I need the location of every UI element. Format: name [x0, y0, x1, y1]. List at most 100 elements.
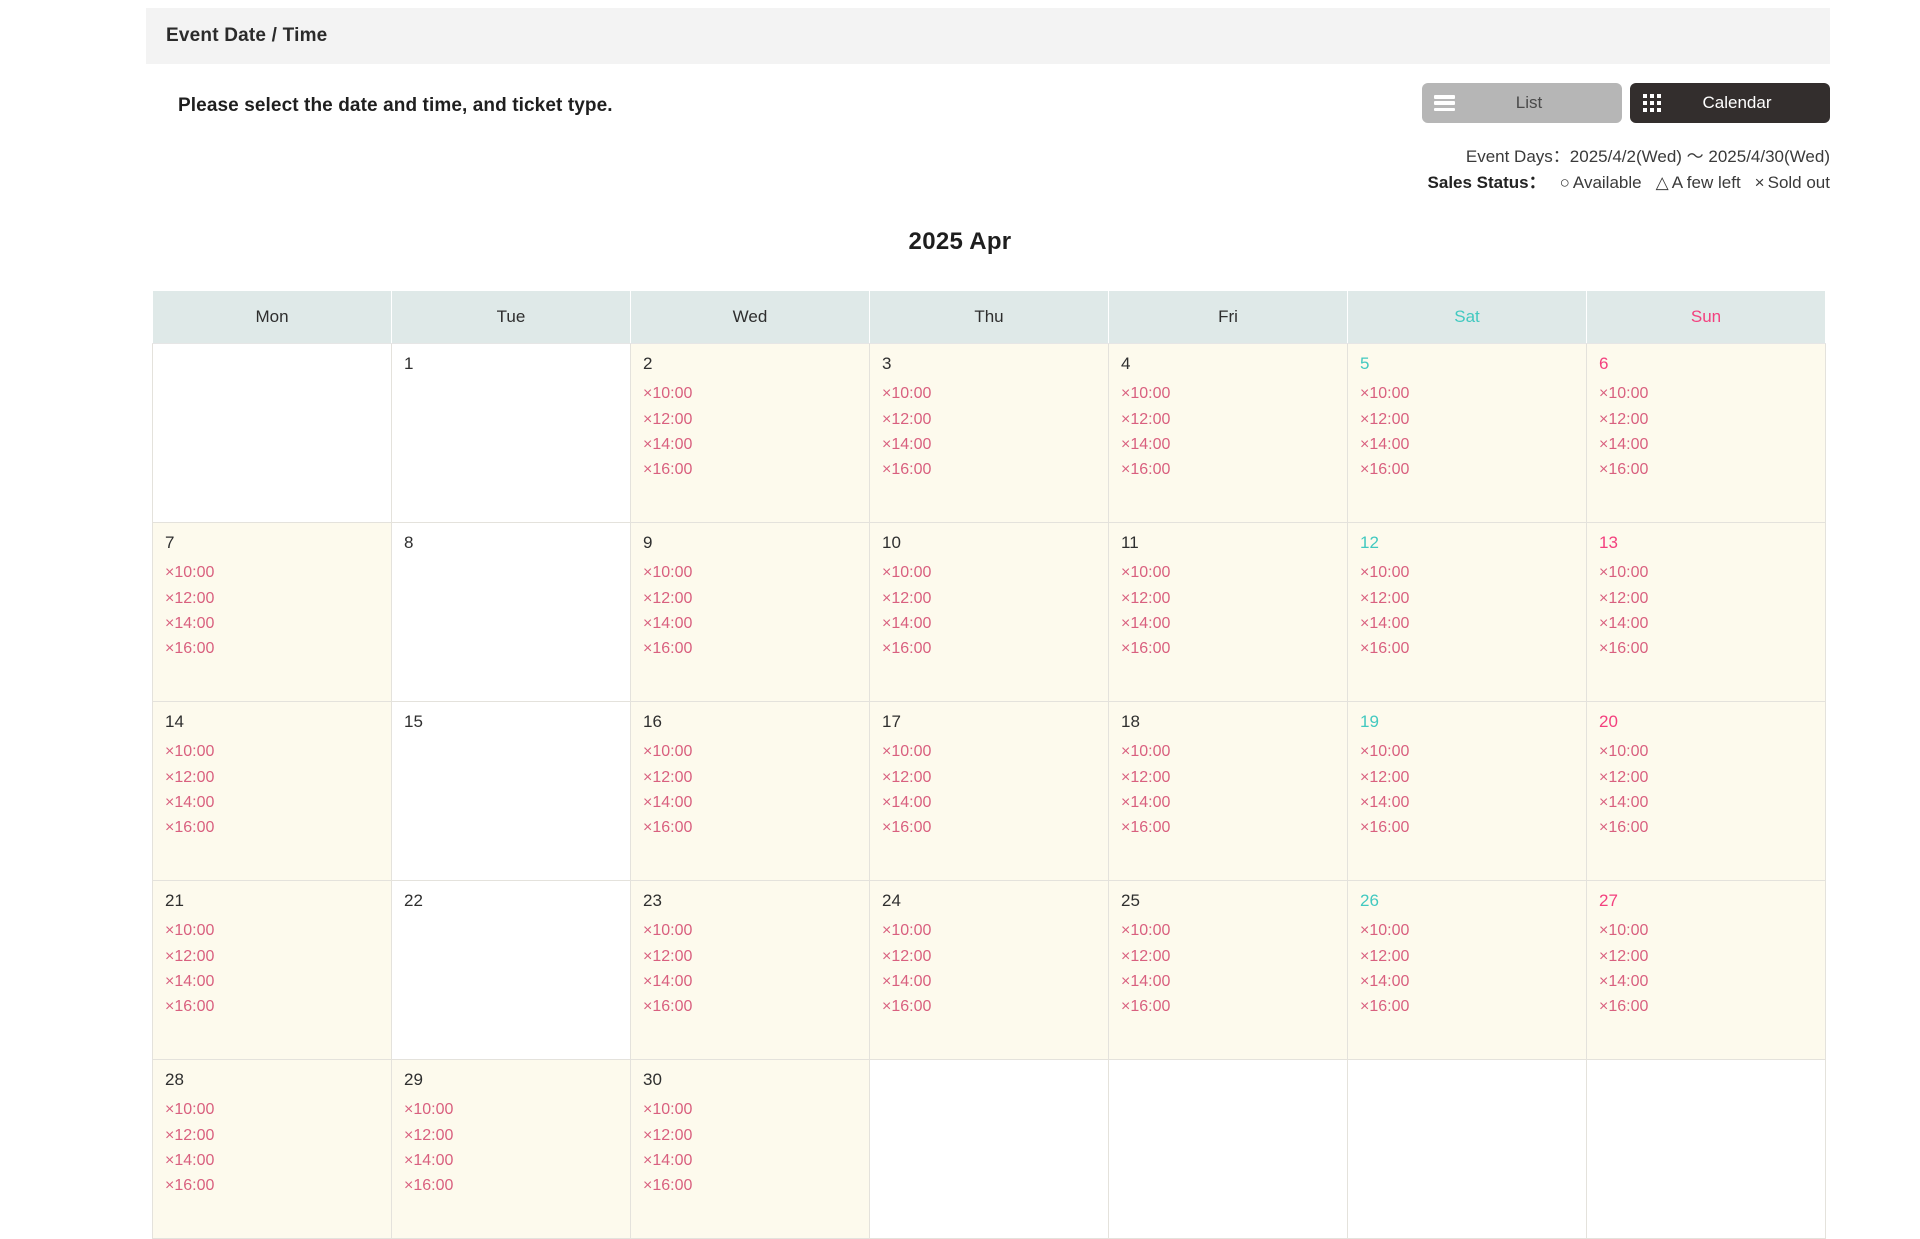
view-toggle-list-button[interactable]: List [1422, 83, 1622, 123]
calendar-time-slot[interactable]: ×16:00 [1360, 636, 1586, 661]
calendar-time-slot[interactable]: ×14:00 [165, 611, 391, 636]
calendar-day-cell[interactable]: 16 ×10:00 ×12:00 ×14:00 ×16:00 [630, 701, 870, 881]
calendar-time-slot[interactable]: ×14:00 [165, 790, 391, 815]
calendar-time-slot[interactable]: ×14:00 [1599, 790, 1825, 815]
calendar-time-slot[interactable]: ×12:00 [1121, 944, 1347, 969]
calendar-day-cell[interactable]: 24 ×10:00 ×12:00 ×14:00 ×16:00 [869, 880, 1109, 1060]
calendar-time-slot[interactable]: ×10:00 [1360, 918, 1586, 943]
calendar-time-slot[interactable]: ×16:00 [404, 1173, 630, 1198]
calendar-day-cell[interactable]: 28 ×10:00 ×12:00 ×14:00 ×16:00 [152, 1059, 392, 1239]
calendar-time-slot[interactable]: ×10:00 [165, 560, 391, 585]
calendar-time-slot[interactable]: ×16:00 [165, 1173, 391, 1198]
calendar-time-slot[interactable]: ×12:00 [1599, 765, 1825, 790]
calendar-time-slot[interactable]: ×12:00 [1121, 586, 1347, 611]
calendar-time-slot[interactable]: ×16:00 [1121, 815, 1347, 840]
calendar-time-slot[interactable]: ×14:00 [643, 969, 869, 994]
calendar-time-slot[interactable]: ×12:00 [404, 1123, 630, 1148]
calendar-time-slot[interactable]: ×14:00 [1121, 969, 1347, 994]
calendar-time-slot[interactable]: ×10:00 [165, 918, 391, 943]
calendar-time-slot[interactable]: ×10:00 [1121, 918, 1347, 943]
calendar-time-slot[interactable]: ×16:00 [165, 994, 391, 1019]
calendar-time-slot[interactable]: ×10:00 [1599, 918, 1825, 943]
calendar-time-slot[interactable]: ×14:00 [1360, 790, 1586, 815]
calendar-time-slot[interactable]: ×14:00 [1599, 969, 1825, 994]
calendar-time-slot[interactable]: ×10:00 [1121, 739, 1347, 764]
calendar-time-slot[interactable]: ×12:00 [1599, 586, 1825, 611]
calendar-time-slot[interactable]: ×10:00 [1121, 381, 1347, 406]
calendar-time-slot[interactable]: ×14:00 [1360, 432, 1586, 457]
calendar-time-slot[interactable]: ×14:00 [882, 611, 1108, 636]
calendar-day-cell[interactable]: 14 ×10:00 ×12:00 ×14:00 ×16:00 [152, 701, 392, 881]
calendar-time-slot[interactable]: ×16:00 [1360, 994, 1586, 1019]
calendar-day-cell[interactable]: 6 ×10:00 ×12:00 ×14:00 ×16:00 [1586, 343, 1826, 523]
calendar-time-slot[interactable]: ×12:00 [1121, 765, 1347, 790]
calendar-time-slot[interactable]: ×14:00 [882, 790, 1108, 815]
calendar-time-slot[interactable]: ×12:00 [643, 944, 869, 969]
calendar-time-slot[interactable]: ×16:00 [1121, 994, 1347, 1019]
calendar-time-slot[interactable]: ×16:00 [643, 457, 869, 482]
calendar-day-cell[interactable]: 17 ×10:00 ×12:00 ×14:00 ×16:00 [869, 701, 1109, 881]
calendar-day-cell[interactable]: 26 ×10:00 ×12:00 ×14:00 ×16:00 [1347, 880, 1587, 1060]
calendar-time-slot[interactable]: ×16:00 [882, 457, 1108, 482]
calendar-time-slot[interactable]: ×10:00 [1599, 739, 1825, 764]
calendar-day-cell[interactable]: 7 ×10:00 ×12:00 ×14:00 ×16:00 [152, 522, 392, 702]
calendar-time-slot[interactable]: ×10:00 [882, 381, 1108, 406]
calendar-day-cell[interactable]: 27 ×10:00 ×12:00 ×14:00 ×16:00 [1586, 880, 1826, 1060]
calendar-time-slot[interactable]: ×14:00 [643, 1148, 869, 1173]
calendar-day-cell[interactable]: 10 ×10:00 ×12:00 ×14:00 ×16:00 [869, 522, 1109, 702]
calendar-time-slot[interactable]: ×14:00 [165, 969, 391, 994]
calendar-time-slot[interactable]: ×10:00 [643, 739, 869, 764]
calendar-time-slot[interactable]: ×14:00 [1599, 611, 1825, 636]
calendar-time-slot[interactable]: ×14:00 [404, 1148, 630, 1173]
calendar-time-slot[interactable]: ×10:00 [1599, 381, 1825, 406]
calendar-day-cell[interactable]: 4 ×10:00 ×12:00 ×14:00 ×16:00 [1108, 343, 1348, 523]
calendar-day-cell[interactable]: 13 ×10:00 ×12:00 ×14:00 ×16:00 [1586, 522, 1826, 702]
calendar-time-slot[interactable]: ×10:00 [1360, 560, 1586, 585]
calendar-time-slot[interactable]: ×12:00 [882, 944, 1108, 969]
calendar-time-slot[interactable]: ×12:00 [165, 944, 391, 969]
calendar-time-slot[interactable]: ×10:00 [643, 1097, 869, 1122]
calendar-day-cell[interactable]: 9 ×10:00 ×12:00 ×14:00 ×16:00 [630, 522, 870, 702]
calendar-day-cell[interactable]: 5 ×10:00 ×12:00 ×14:00 ×16:00 [1347, 343, 1587, 523]
calendar-time-slot[interactable]: ×14:00 [643, 790, 869, 815]
calendar-time-slot[interactable]: ×10:00 [643, 381, 869, 406]
calendar-time-slot[interactable]: ×10:00 [882, 560, 1108, 585]
calendar-time-slot[interactable]: ×10:00 [643, 918, 869, 943]
calendar-time-slot[interactable]: ×16:00 [643, 815, 869, 840]
calendar-time-slot[interactable]: ×12:00 [165, 765, 391, 790]
calendar-time-slot[interactable]: ×16:00 [1599, 815, 1825, 840]
calendar-time-slot[interactable]: ×16:00 [1599, 994, 1825, 1019]
calendar-time-slot[interactable]: ×16:00 [165, 815, 391, 840]
calendar-time-slot[interactable]: ×10:00 [882, 918, 1108, 943]
calendar-time-slot[interactable]: ×14:00 [643, 432, 869, 457]
calendar-time-slot[interactable]: ×12:00 [1360, 765, 1586, 790]
calendar-time-slot[interactable]: ×10:00 [1121, 560, 1347, 585]
calendar-time-slot[interactable]: ×12:00 [1599, 407, 1825, 432]
calendar-day-cell[interactable]: 3 ×10:00 ×12:00 ×14:00 ×16:00 [869, 343, 1109, 523]
calendar-time-slot[interactable]: ×10:00 [882, 739, 1108, 764]
calendar-time-slot[interactable]: ×10:00 [643, 560, 869, 585]
calendar-time-slot[interactable]: ×12:00 [165, 1123, 391, 1148]
calendar-day-cell[interactable]: 21 ×10:00 ×12:00 ×14:00 ×16:00 [152, 880, 392, 1060]
calendar-time-slot[interactable]: ×12:00 [165, 586, 391, 611]
calendar-time-slot[interactable]: ×16:00 [1599, 457, 1825, 482]
calendar-time-slot[interactable]: ×12:00 [1599, 944, 1825, 969]
calendar-time-slot[interactable]: ×14:00 [1599, 432, 1825, 457]
calendar-time-slot[interactable]: ×16:00 [1599, 636, 1825, 661]
calendar-time-slot[interactable]: ×12:00 [643, 586, 869, 611]
calendar-time-slot[interactable]: ×16:00 [643, 994, 869, 1019]
calendar-time-slot[interactable]: ×16:00 [1360, 815, 1586, 840]
calendar-time-slot[interactable]: ×14:00 [882, 969, 1108, 994]
calendar-time-slot[interactable]: ×10:00 [404, 1097, 630, 1122]
calendar-time-slot[interactable]: ×16:00 [643, 636, 869, 661]
calendar-time-slot[interactable]: ×16:00 [1121, 457, 1347, 482]
calendar-time-slot[interactable]: ×10:00 [1599, 560, 1825, 585]
calendar-time-slot[interactable]: ×14:00 [1121, 432, 1347, 457]
calendar-day-cell[interactable]: 12 ×10:00 ×12:00 ×14:00 ×16:00 [1347, 522, 1587, 702]
calendar-time-slot[interactable]: ×16:00 [882, 815, 1108, 840]
calendar-time-slot[interactable]: ×12:00 [882, 586, 1108, 611]
calendar-time-slot[interactable]: ×12:00 [1360, 407, 1586, 432]
calendar-time-slot[interactable]: ×14:00 [1360, 969, 1586, 994]
calendar-time-slot[interactable]: ×16:00 [643, 1173, 869, 1198]
calendar-time-slot[interactable]: ×10:00 [1360, 381, 1586, 406]
